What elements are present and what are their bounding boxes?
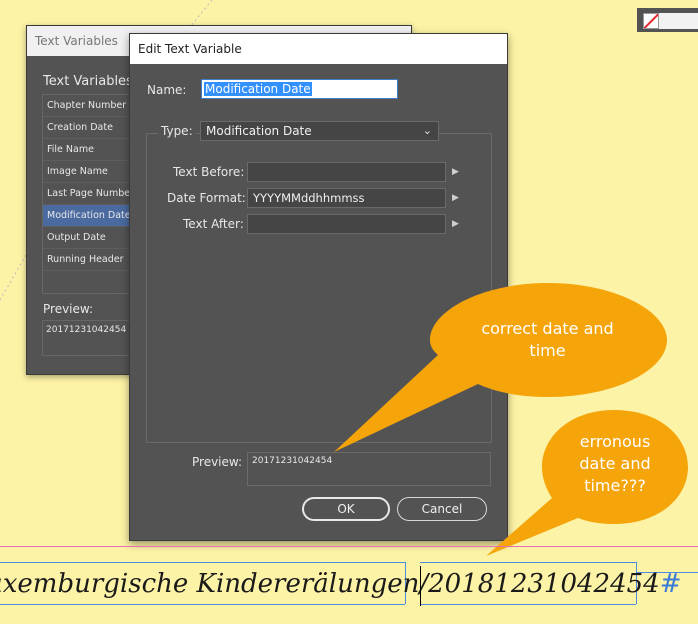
text-frame-bottom-left [0, 604, 405, 605]
bubble-erronous-line3: time??? [584, 476, 646, 495]
bubble-correct-line2: time [529, 341, 566, 360]
bubble-correct-text: correct date and time [460, 318, 635, 362]
bubble-correct-line1: correct date and [481, 319, 614, 338]
text-frame-bottom-right [420, 604, 636, 605]
bubble-erronous-line2: date and [579, 454, 651, 473]
document-text-left: uxemburgische Kindererälungen [0, 569, 420, 599]
margin-guide [0, 546, 698, 547]
bubble-erronous-line1: erronous [579, 432, 651, 451]
annotation-bubbles [334, 283, 688, 556]
document-date-variable[interactable]: 20181231042454 [428, 569, 660, 599]
text-cursor [420, 566, 421, 606]
end-of-story-mark: # [659, 569, 682, 599]
document-text[interactable]: uxemburgische Kindererälungen/2018123104… [0, 569, 682, 599]
text-frame-top-left [0, 562, 405, 563]
text-frame-top-right [420, 562, 636, 563]
bubble-erronous-text: erronous date and time??? [560, 431, 670, 497]
